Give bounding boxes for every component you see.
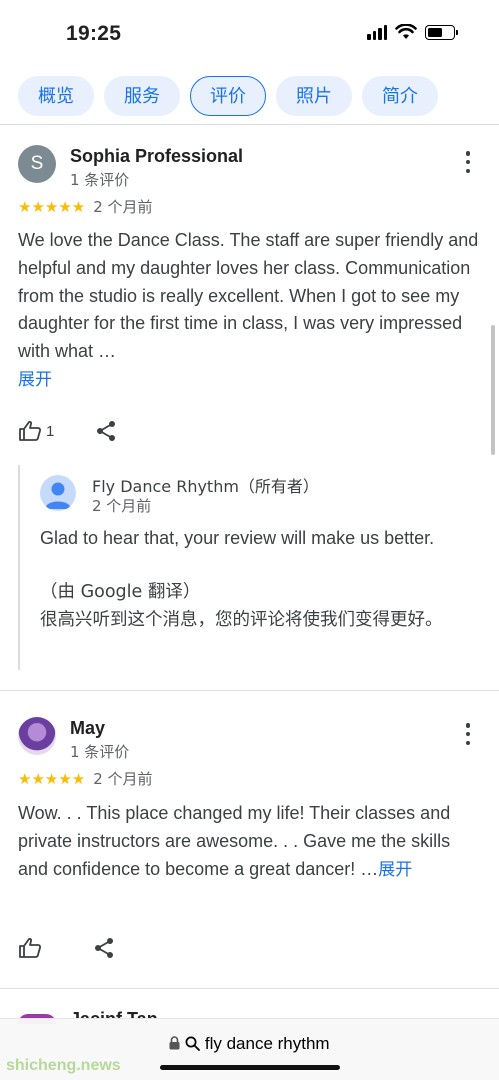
tab-photos[interactable]: 照片 [276,76,352,116]
status-time: 19:25 [66,22,122,45]
avatar[interactable] [18,717,56,755]
tab-about[interactable]: 简介 [362,76,438,116]
reviewer-name[interactable]: May [70,718,105,739]
review-card: May 1 条评价 ★★★★★ 2 个月前 Wow. . . This plac… [0,717,499,958]
review-divider [0,690,499,691]
status-icons [367,24,458,40]
owner-reply: Fly Dance Rhythm（所有者） 2 个月前 Glad to hear… [18,465,488,670]
review-divider [0,988,499,989]
owner-name: Fly Dance Rhythm（所有者） [92,477,319,496]
share-icon[interactable] [94,937,114,959]
thumbs-up-icon[interactable] [18,420,42,442]
scrollbar-thumb[interactable] [491,325,495,455]
reviewer-header: May 1 条评价 [0,717,499,767]
avatar[interactable]: S [18,145,56,183]
reviewer-review-count: 1 条评价 [70,171,130,189]
lock-icon [169,1036,180,1050]
more-options-icon[interactable] [465,723,471,745]
tabs-divider [0,124,499,125]
star-rating: ★★★★★ [18,197,86,216]
review-actions: 1 [18,420,116,442]
tab-reviews[interactable]: 评价 [190,76,266,116]
home-indicator[interactable] [160,1065,340,1070]
wifi-icon [395,24,417,39]
review-actions [18,937,114,959]
reviewer-header: S Sophia Professional 1 条评价 [0,145,499,195]
share-icon[interactable] [96,420,116,442]
thumbs-up-icon[interactable] [18,937,42,959]
search-icon [185,1036,201,1051]
review-time: 2 个月前 [93,198,153,216]
review-time: 2 个月前 [93,770,153,788]
owner-reply-translation: 很高兴听到这个消息，您的评论将使我们变得更好。 [40,610,443,630]
reviewer-name[interactable]: Sophia Professional [70,146,243,167]
review-text: Wow. . . This place changed my life! The… [18,800,484,884]
expand-link[interactable]: 展开 [18,370,52,390]
rating-row: ★★★★★ 2 个月前 [18,196,153,217]
translation-note: （由 Google 翻译） [40,582,201,602]
tab-overview[interactable]: 概览 [18,76,94,116]
review-body: We love the Dance Class. The staff are s… [18,230,479,362]
reviewer-review-count: 1 条评价 [70,743,130,761]
review-card: S Sophia Professional 1 条评价 ★★★★★ 2 个月前 … [0,145,499,670]
star-rating: ★★★★★ [18,769,86,788]
battery-icon [425,24,458,40]
more-options-icon[interactable] [465,151,471,173]
watermark: shicheng.news [6,1057,121,1074]
place-tabs: 概览 服务 评价 照片 简介 [18,76,438,116]
owner-reply-time: 2 个月前 [92,497,152,515]
owner-avatar [40,475,76,511]
status-bar: 19:25 [0,0,499,66]
rating-row: ★★★★★ 2 个月前 [18,768,153,789]
review-text: We love the Dance Class. The staff are s… [18,227,484,395]
cellular-signal-icon [367,24,387,40]
like-count: 1 [46,422,55,440]
owner-reply-text: Glad to hear that, your review will make… [40,528,435,548]
expand-link[interactable]: 展开 [378,860,412,880]
url-display[interactable]: fly dance rhythm [0,1034,499,1054]
tab-services[interactable]: 服务 [104,76,180,116]
url-text: fly dance rhythm [204,1034,330,1053]
